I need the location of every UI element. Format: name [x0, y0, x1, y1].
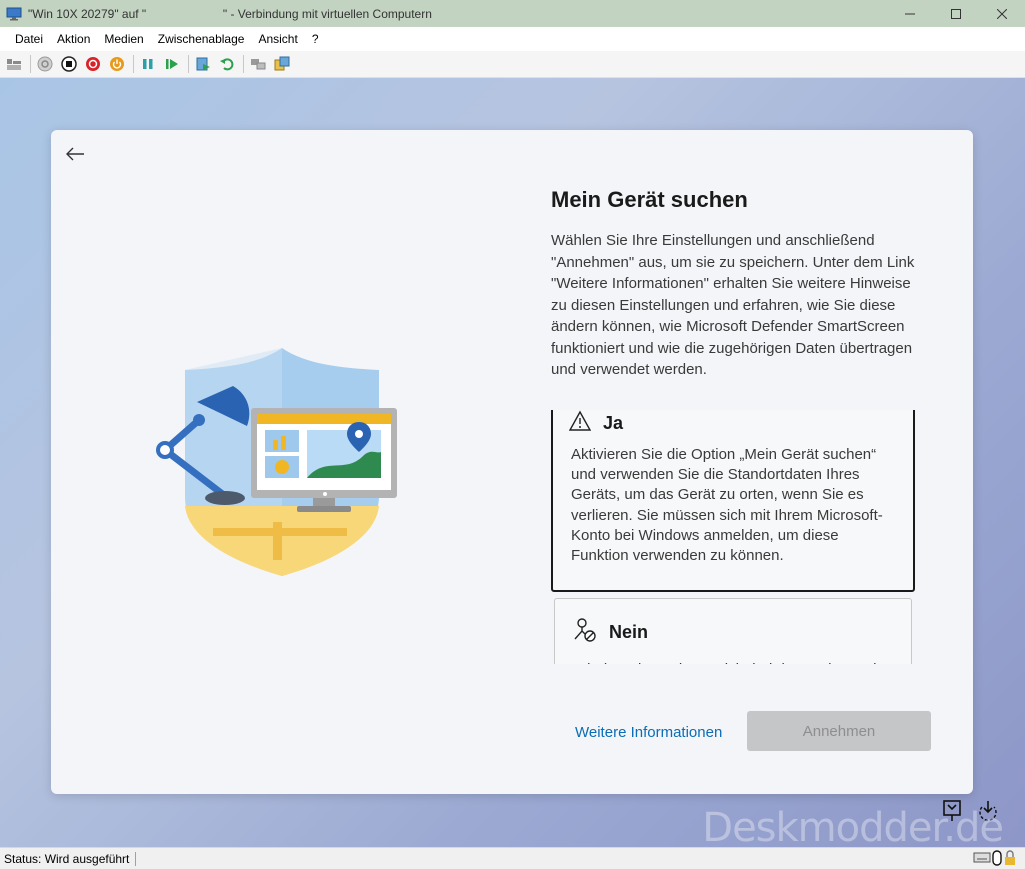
toolbar-separator — [30, 55, 31, 73]
lock-icon — [1003, 850, 1017, 869]
window-controls — [887, 0, 1025, 27]
option-yes-description: Aktivieren Sie die Option „Mein Gerät su… — [571, 446, 883, 565]
toolbar — [0, 51, 1025, 78]
oobe-dialog: Mein Gerät suchen Wählen Sie Ihre Einste… — [51, 130, 973, 794]
shield-lamp-monitor-illustration — [156, 348, 397, 576]
minimize-button[interactable] — [887, 0, 933, 27]
options-list[interactable]: Ja Aktivieren Sie die Option „Mein Gerät… — [551, 410, 917, 664]
more-info-link[interactable]: Weitere Informationen — [575, 724, 722, 741]
location-warning-icon — [568, 410, 592, 437]
menu-aktion[interactable]: Aktion — [50, 32, 97, 46]
title-bar: "Win 10X 20279" auf " " - Verbindung mit… — [0, 0, 1025, 27]
share-icon[interactable] — [272, 54, 292, 74]
arrow-left-icon — [66, 147, 84, 161]
menu-help[interactable]: ? — [305, 32, 326, 46]
maximize-button[interactable] — [933, 0, 979, 27]
window-title: "Win 10X 20279" auf " " - Verbindung mit… — [28, 6, 432, 21]
resume-icon[interactable] — [162, 54, 182, 74]
mouse-icon — [991, 850, 1003, 869]
vm-screen[interactable]: Mein Gerät suchen Wählen Sie Ihre Einste… — [0, 78, 1025, 847]
back-button[interactable] — [63, 142, 87, 166]
pause-icon[interactable] — [138, 54, 158, 74]
enhanced-session-icon[interactable] — [248, 54, 268, 74]
menu-zwischenablage[interactable]: Zwischenablage — [151, 32, 252, 46]
shutdown-icon[interactable] — [83, 54, 103, 74]
status-text: Status: Wird ausgeführt — [0, 851, 137, 866]
checkpoint-icon[interactable] — [193, 54, 213, 74]
keyboard-icon — [973, 850, 991, 869]
status-bar: Status: Wird ausgeführt — [0, 847, 1025, 869]
start-icon[interactable] — [35, 54, 55, 74]
menu-datei[interactable]: Datei — [8, 32, 50, 46]
toolbar-separator — [133, 55, 134, 73]
option-yes-header: Ja — [553, 410, 913, 437]
page-description: Wählen Sie Ihre Einstellungen und anschl… — [551, 232, 915, 378]
watermark: Deskmodder.de — [702, 805, 1004, 847]
option-no-header: Nein — [555, 599, 911, 648]
location-off-icon — [571, 617, 597, 648]
menu-medien[interactable]: Medien — [97, 32, 150, 46]
stop-icon[interactable] — [59, 54, 79, 74]
option-no-title: Nein — [609, 622, 649, 642]
revert-icon[interactable] — [217, 54, 237, 74]
toolbar-separator — [243, 55, 244, 73]
status-icons — [973, 850, 1017, 869]
accept-button[interactable]: Annehmen — [747, 711, 931, 751]
close-button[interactable] — [979, 0, 1025, 27]
menu-bar: Datei Aktion Medien Zwischenablage Ansic… — [0, 27, 1025, 51]
option-no-card[interactable]: Nein Windows kann Ihnen nicht bei der Su… — [554, 598, 912, 664]
option-yes-title: Ja — [603, 413, 624, 433]
power-icon[interactable] — [107, 54, 127, 74]
option-no-description: Windows kann Ihnen nicht bei der Suche n… — [555, 648, 911, 664]
page-title: Mein Gerät suchen — [551, 187, 748, 212]
ctrl-alt-del-icon[interactable] — [4, 54, 24, 74]
find-my-device-illustration — [155, 346, 399, 578]
option-yes-card[interactable]: Ja Aktivieren Sie die Option „Mein Gerät… — [551, 410, 915, 592]
vm-connect-icon — [6, 7, 22, 21]
toolbar-separator — [188, 55, 189, 73]
menu-ansicht[interactable]: Ansicht — [251, 32, 304, 46]
